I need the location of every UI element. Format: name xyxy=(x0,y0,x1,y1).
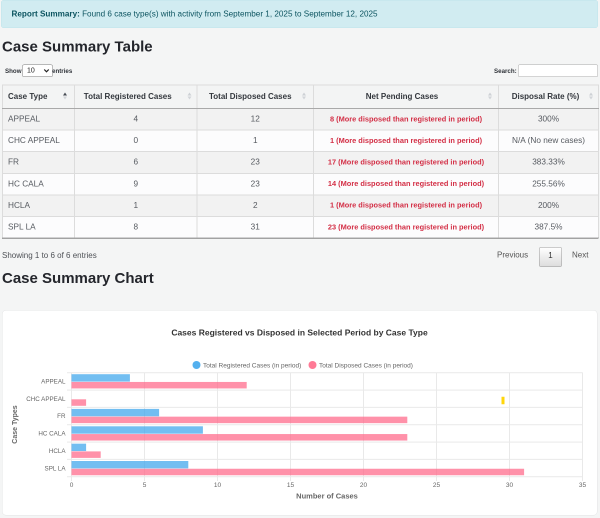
svg-text:FR: FR xyxy=(57,413,66,420)
svg-text:0: 0 xyxy=(70,482,74,489)
svg-text:30: 30 xyxy=(506,482,514,489)
svg-text:20: 20 xyxy=(360,482,368,489)
svg-text:Total Disposed Cases (in perio: Total Disposed Cases (in period) xyxy=(319,363,413,370)
svg-text:CHC APPEAL: CHC APPEAL xyxy=(26,396,66,403)
svg-text:SPL LA: SPL LA xyxy=(45,465,67,472)
svg-text:HCLA: HCLA xyxy=(49,448,67,455)
svg-text:15: 15 xyxy=(287,482,295,489)
svg-text:Total Registered Cases (in per: Total Registered Cases (in period) xyxy=(203,363,301,370)
svg-text:APPEAL: APPEAL xyxy=(41,379,66,386)
svg-text:Number of Cases: Number of Cases xyxy=(296,492,358,501)
svg-text:5: 5 xyxy=(143,482,147,489)
svg-text:Case Types: Case Types xyxy=(12,405,19,443)
svg-text:HC CALA: HC CALA xyxy=(38,431,66,438)
svg-text:10: 10 xyxy=(214,482,222,489)
svg-text:35: 35 xyxy=(579,482,587,489)
svg-text:Cases Registered vs Disposed i: Cases Registered vs Disposed in Selected… xyxy=(171,328,428,338)
svg-text:25: 25 xyxy=(433,482,441,489)
